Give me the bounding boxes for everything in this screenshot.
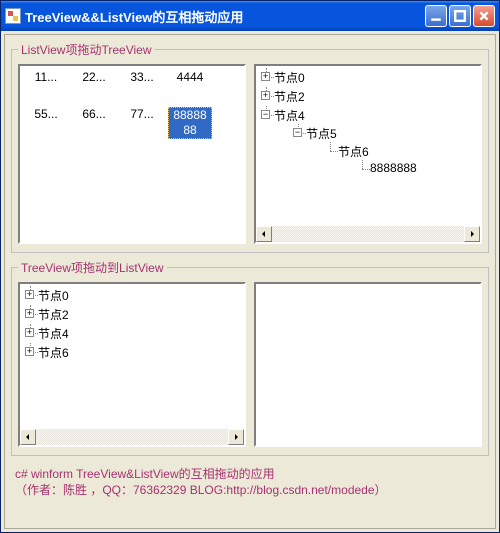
group2-legend: TreeView项拖动到ListView bbox=[18, 259, 167, 276]
tree-node[interactable]: −节点4−节点5节点68888888 bbox=[260, 106, 478, 179]
listview-item-label: 11... bbox=[33, 70, 59, 85]
tree-node[interactable]: 节点68888888 bbox=[324, 142, 478, 177]
expand-icon[interactable]: + bbox=[261, 91, 270, 100]
scroll-track[interactable] bbox=[36, 429, 228, 445]
tree-node[interactable]: 8888888 bbox=[356, 160, 478, 176]
tree-node-label: 节点0 bbox=[274, 71, 305, 85]
expand-icon[interactable]: + bbox=[261, 72, 270, 81]
tree-node[interactable]: −节点5节点68888888 bbox=[292, 124, 478, 178]
footer-line1: c# winform TreeView&ListView的互相拖动的应用 bbox=[15, 466, 485, 482]
footer-text: c# winform TreeView&ListView的互相拖动的应用 （作者… bbox=[5, 462, 495, 498]
listview-item[interactable]: 8888888 bbox=[168, 107, 212, 139]
listview-item-label: 55... bbox=[32, 107, 59, 122]
tree-node-label: 节点4 bbox=[38, 327, 69, 341]
listview-item-label: 77... bbox=[128, 107, 155, 122]
listview-item[interactable]: 22... bbox=[72, 70, 116, 85]
scroll-track[interactable] bbox=[272, 226, 464, 242]
tree-node-label: 节点4 bbox=[274, 109, 305, 123]
titlebar[interactable]: TreeView&&ListView的互相拖动应用 bbox=[1, 1, 499, 31]
tree-node-label: 节点6 bbox=[338, 145, 369, 159]
tree-node-label: 节点2 bbox=[38, 308, 69, 322]
window-title: TreeView&&ListView的互相拖动应用 bbox=[25, 7, 425, 26]
treeview-top-hscroll[interactable] bbox=[256, 226, 480, 242]
listview-item-label: 22... bbox=[80, 70, 107, 85]
tree-node[interactable]: + 节点0 bbox=[24, 286, 242, 305]
maximize-button[interactable] bbox=[449, 5, 471, 27]
treeview-bottom[interactable]: + 节点0 + 节点2 + 节点4 + 节点6 bbox=[18, 282, 246, 447]
tree-node[interactable]: + 节点0 bbox=[260, 68, 478, 87]
listview-item[interactable]: 66... bbox=[72, 107, 116, 139]
tree-node-label: 节点2 bbox=[274, 90, 305, 104]
listview-item[interactable]: 77... bbox=[120, 107, 164, 139]
app-icon bbox=[5, 8, 21, 24]
collapse-icon[interactable]: − bbox=[293, 128, 302, 137]
tree-node-label: 节点5 bbox=[306, 127, 337, 141]
expand-icon[interactable]: + bbox=[25, 347, 34, 356]
scroll-left-button[interactable] bbox=[20, 429, 36, 445]
scroll-right-button[interactable] bbox=[464, 226, 480, 242]
listview-item[interactable]: 55... bbox=[24, 107, 68, 139]
tree-node-label: 节点6 bbox=[38, 346, 69, 360]
listview-item-label: 33... bbox=[128, 70, 155, 85]
close-button[interactable] bbox=[473, 5, 495, 27]
footer-line2: （作者：陈胜 ，QQ：76362329 BLOG:http://blog.csd… bbox=[15, 482, 485, 498]
listview-item-label: 66... bbox=[80, 107, 107, 122]
listview-item[interactable]: 4444 bbox=[168, 70, 212, 85]
listview-bottom[interactable] bbox=[254, 282, 482, 447]
client-area: ListView项拖动TreeView 11... 22... 33... 4444 5… bbox=[4, 34, 496, 529]
tree-node-label: 节点0 bbox=[38, 289, 69, 303]
listview-item-label: 8888888 bbox=[168, 107, 212, 139]
listview-top[interactable]: 11... 22... 33... 4444 55... 66... 77... 888888… bbox=[18, 64, 246, 244]
group-listview-to-treeview: ListView项拖动TreeView 11... 22... 33... 4444 5… bbox=[11, 41, 489, 253]
expand-icon[interactable]: + bbox=[25, 328, 34, 337]
treeview-bottom-hscroll[interactable] bbox=[20, 429, 244, 445]
app-window: TreeView&&ListView的互相拖动应用 ListView项拖动Tre… bbox=[0, 0, 500, 533]
tree-node[interactable]: + 节点2 bbox=[24, 305, 242, 324]
minimize-button[interactable] bbox=[425, 5, 447, 27]
listview-item[interactable]: 33... bbox=[120, 70, 164, 85]
group-treeview-to-listview: TreeView项拖动到ListView + 节点0 + 节点2 + 节点4 + 节点6 bbox=[11, 259, 489, 456]
listview-item[interactable]: 11... bbox=[24, 70, 68, 85]
expand-icon[interactable]: + bbox=[25, 309, 34, 318]
tree-node-label: 8888888 bbox=[370, 161, 417, 175]
scroll-left-button[interactable] bbox=[256, 226, 272, 242]
scroll-right-button[interactable] bbox=[228, 429, 244, 445]
tree-node[interactable]: + 节点2 bbox=[260, 87, 478, 106]
group1-legend: ListView项拖动TreeView bbox=[18, 41, 155, 58]
tree-node[interactable]: + 节点6 bbox=[24, 343, 242, 362]
treeview-top[interactable]: +节点0+节点2−节点4−节点5节点68888888 bbox=[254, 64, 482, 244]
expand-icon[interactable]: + bbox=[25, 290, 34, 299]
collapse-icon[interactable]: − bbox=[261, 110, 270, 119]
listview-item-label: 4444 bbox=[175, 70, 206, 85]
tree-node[interactable]: + 节点4 bbox=[24, 324, 242, 343]
